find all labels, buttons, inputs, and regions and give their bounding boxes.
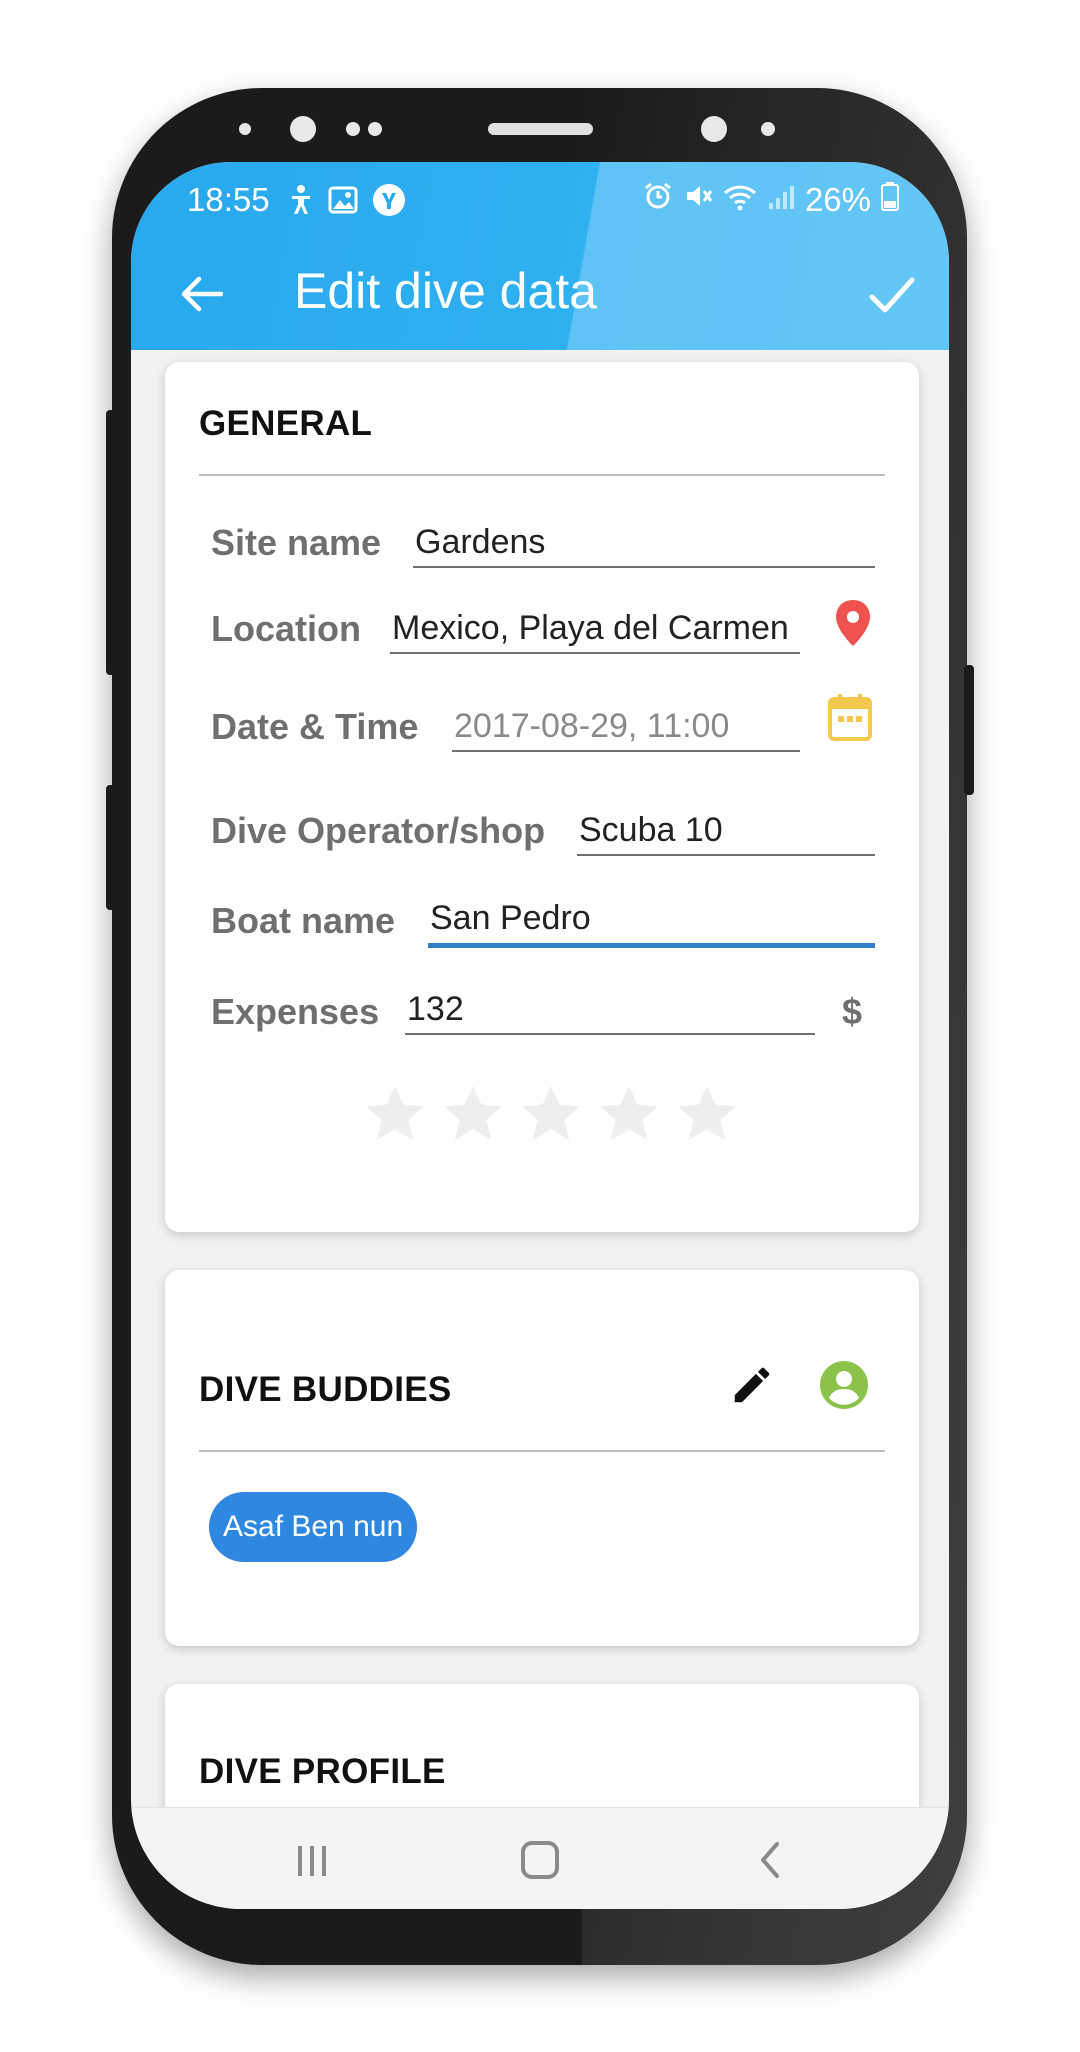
star-icon[interactable] [363,1082,427,1146]
general-heading: GENERAL [199,404,373,443]
status-time: 18:55 [187,181,270,218]
page-title: Edit dive data [294,263,597,319]
star-icon[interactable] [441,1082,505,1146]
yahoo-icon [372,183,406,217]
location-label: Location [211,608,361,649]
map-pin-icon[interactable] [833,598,873,648]
boat-name-input[interactable] [428,898,875,948]
back-arrow-icon[interactable] [171,264,231,324]
bixby-button [106,785,116,910]
toolbar: Edit dive data [131,244,949,344]
status-bar: 18:55 26% [187,172,899,228]
app-bar: 18:55 26% Edit dive data [131,162,949,350]
status-right-group: 26% [643,181,899,219]
expenses-label: Expenses [211,991,380,1032]
star-icon[interactable] [519,1082,583,1146]
image-icon [328,186,358,214]
date-time-label: Date & Time [211,706,419,747]
home-icon[interactable] [505,1830,575,1890]
back-icon[interactable] [735,1830,805,1890]
person-circle-icon[interactable] [819,1360,869,1410]
buddy-chip[interactable]: Asaf Ben nun [209,1492,418,1562]
date-time-input[interactable] [452,706,800,752]
signal-icon [767,181,795,219]
alarm-icon [643,181,673,219]
rating-stars[interactable] [363,1082,739,1146]
volume-up-button [106,410,116,675]
site-name-label: Site name [211,522,382,563]
dive-profile-heading: DIVE PROFILE [199,1752,446,1791]
expenses-input[interactable] [405,989,815,1035]
general-divider [199,474,885,476]
checkmark-icon[interactable] [857,260,927,330]
dive-buddies-heading: DIVE BUDDIES [199,1370,452,1409]
battery-icon [881,181,899,219]
battery-percent: 26% [804,181,871,218]
dive-buddies-divider [199,1450,885,1452]
system-nav-bar [131,1807,949,1909]
star-icon[interactable] [675,1082,739,1146]
location-input[interactable] [390,608,800,654]
pencil-icon[interactable] [729,1362,775,1412]
mute-icon [683,181,713,219]
accessibility-icon [288,184,314,216]
wifi-icon [723,181,757,219]
recents-icon[interactable] [277,1830,347,1890]
general-card: GENERAL Site name Location Date & Time D… [165,362,919,1232]
currency-label: $ [842,991,863,1032]
calendar-icon[interactable] [827,692,873,742]
dive-buddies-card: DIVE BUDDIES Asaf Ben nun [165,1270,919,1646]
phone-screen: 18:55 26% Edit dive data GENERAL Site na… [131,162,949,1909]
power-button [964,665,974,795]
dive-operator-input[interactable] [577,810,875,856]
star-icon[interactable] [597,1082,661,1146]
boat-name-label: Boat name [211,900,396,941]
dive-operator-label: Dive Operator/shop [211,810,546,851]
site-name-input[interactable] [413,522,875,568]
